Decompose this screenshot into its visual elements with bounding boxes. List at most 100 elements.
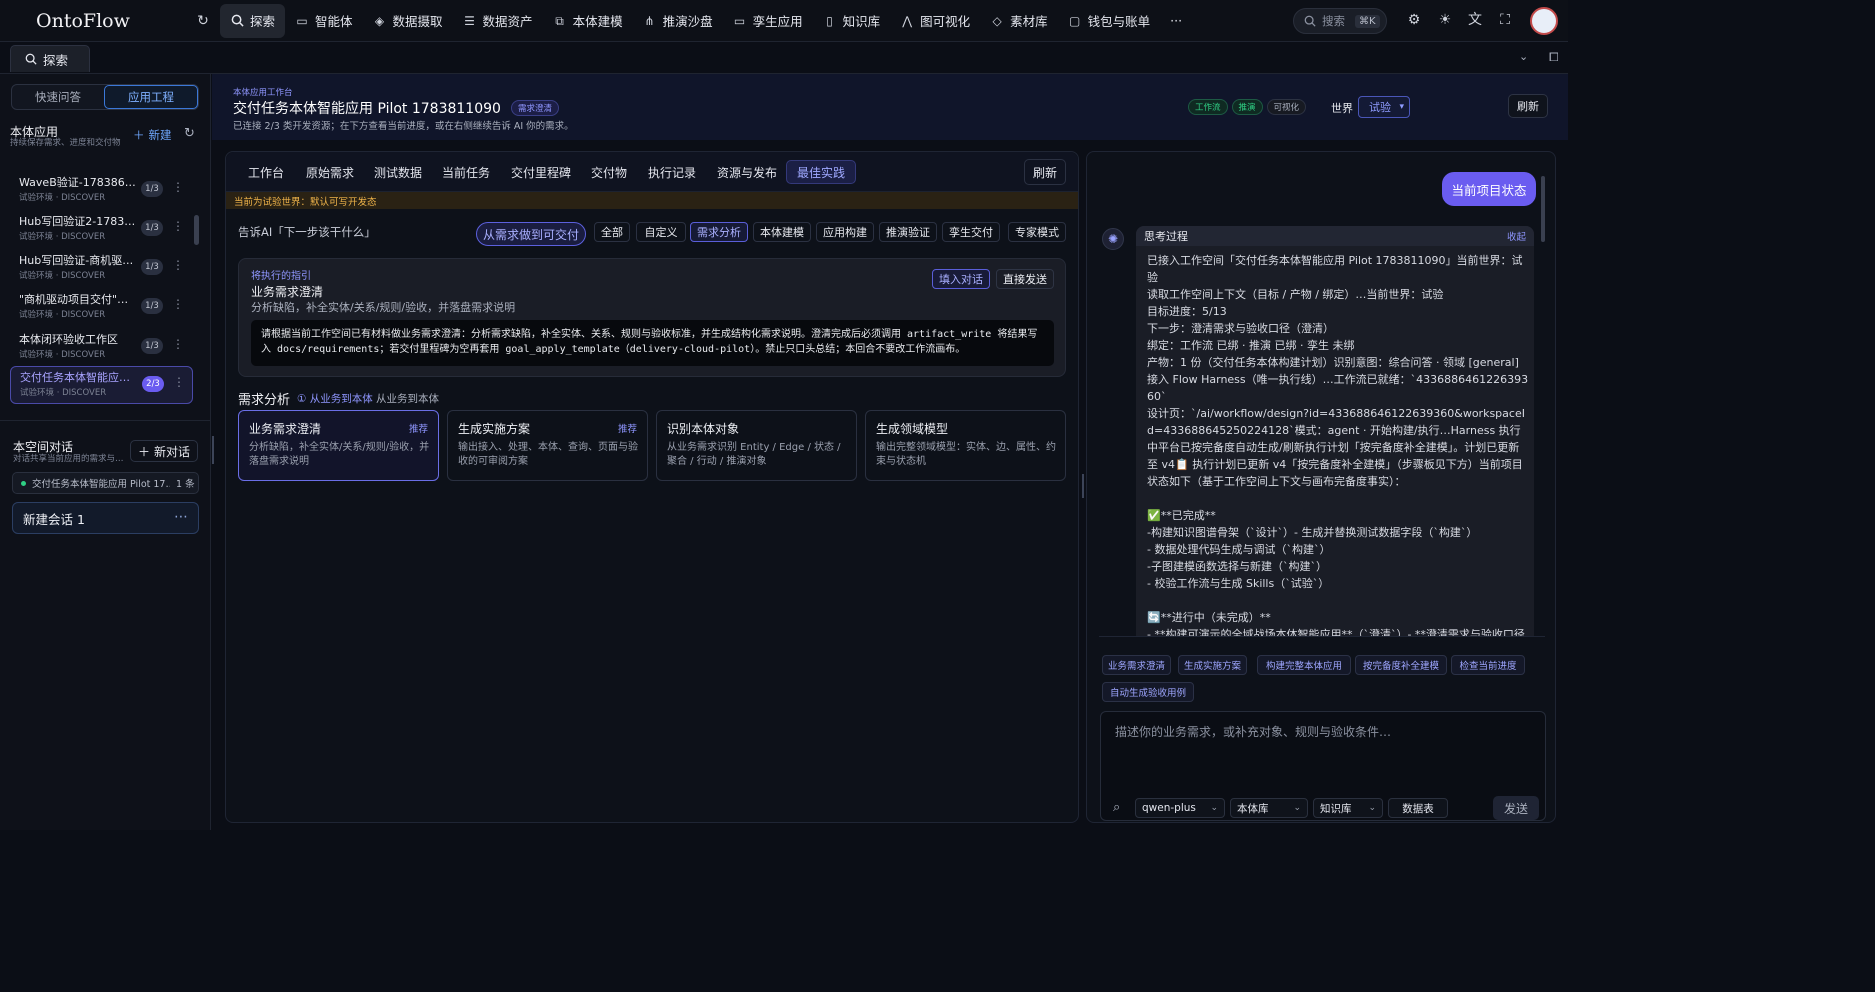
- quick-gen-tests[interactable]: 自动生成验收用例: [1102, 682, 1194, 702]
- gear-icon[interactable]: ⚙: [1406, 12, 1422, 28]
- chevron-down-icon[interactable]: ⌄: [1519, 50, 1528, 63]
- panel-resize-handle[interactable]: [1082, 474, 1084, 498]
- chip-expert[interactable]: 专家模式: [1008, 222, 1066, 242]
- quick-build-app[interactable]: 构建完整本体应用: [1257, 655, 1351, 675]
- reload-icon[interactable]: ↻: [184, 126, 195, 141]
- send-button[interactable]: 发送: [1493, 796, 1539, 820]
- app-logo[interactable]: OntoFlow: [36, 10, 196, 32]
- fill-to-chat-button[interactable]: 填入对话: [932, 269, 990, 289]
- tab-resources[interactable]: 资源与发布: [707, 160, 787, 184]
- nav-agents[interactable]: ▭ 智能体: [285, 4, 363, 38]
- project-item-selected[interactable]: 交付任务本体智能应用 … 试验环境 · DISCOVER 2/3 ⋮: [10, 366, 193, 404]
- mode-app-engineering[interactable]: 应用工程: [104, 85, 198, 109]
- nav-ontology-model[interactable]: ⧉ 本体建模: [543, 4, 633, 38]
- tab-test-data[interactable]: 测试数据: [364, 160, 432, 184]
- new-app-label: 新建: [148, 128, 172, 142]
- tab-best-practice[interactable]: 最佳实践: [786, 160, 857, 184]
- tab-milestones[interactable]: 交付里程碑: [501, 160, 581, 184]
- chip-custom[interactable]: 自定义: [636, 222, 686, 242]
- chip-end-to-end[interactable]: 从需求做到可交付: [476, 222, 586, 246]
- tab-exec-log[interactable]: 执行记录: [638, 160, 706, 184]
- tab-raw-requirements[interactable]: 原始需求: [296, 160, 364, 184]
- nav-data-assets[interactable]: ☰ 数据资产: [453, 4, 543, 38]
- plus-icon: ＋: [133, 128, 145, 142]
- world-select[interactable]: 试验 ▾: [1358, 96, 1410, 118]
- quick-impl-plan[interactable]: 生成实施方案: [1178, 655, 1247, 675]
- ontology-select[interactable]: 本体库 ⌄: [1230, 798, 1308, 818]
- wallet-icon: ▢: [1068, 13, 1081, 28]
- nav-graph-viz[interactable]: ⋀ 图可视化: [890, 4, 980, 38]
- card-impl-plan[interactable]: 生成实施方案 推荐 输出接入、处理、本体、查询、页面与验收的可审阅方案: [447, 410, 648, 481]
- thinking-line: -子图建模函数选择与新建（`构建`）: [1147, 560, 1327, 573]
- refresh-button[interactable]: 刷新: [1024, 159, 1066, 185]
- status-badge: 需求澄清: [510, 100, 559, 116]
- nav-knowledge[interactable]: ▯ 知识库: [813, 4, 891, 38]
- mode-quick-qa[interactable]: 快速问答: [12, 85, 104, 109]
- new-conversation-label: 新对话: [154, 444, 191, 459]
- nav-twin-apps[interactable]: ▭ 孪生应用: [723, 4, 813, 38]
- nav-sandbox[interactable]: ⋔ 推演沙盘: [633, 4, 723, 38]
- quick-check-progress[interactable]: 检查当前进度: [1451, 655, 1525, 675]
- project-item[interactable]: Hub写回验证2-1783868… 试验环境 · DISCOVER 1/3 ⋮: [10, 211, 193, 247]
- project-item[interactable]: "商机驱动项目交付"案例 试验环境 · DISCOVER 1/3 ⋮: [10, 289, 193, 325]
- chip-app-build[interactable]: 应用构建: [816, 222, 874, 242]
- nav-more[interactable]: ···: [1160, 4, 1192, 38]
- more-icon[interactable]: ⋮: [172, 219, 184, 233]
- tab-explore[interactable]: 探索: [10, 45, 90, 72]
- project-item[interactable]: 本体闭环验收工作区 试验环境 · DISCOVER 1/3 ⋮: [10, 329, 193, 365]
- tab-current-task[interactable]: 当前任务: [432, 160, 500, 184]
- project-item[interactable]: Hub写回验证-商机驱动-… 试验环境 · DISCOVER 1/3 ⋮: [10, 250, 193, 286]
- conversation-item[interactable]: 新建会话 1 ⋯: [12, 502, 199, 534]
- sidebar-scrollbar[interactable]: [194, 215, 199, 245]
- project-item[interactable]: WaveB验证-1783869457 试验环境 · DISCOVER 1/3 ⋮: [10, 172, 193, 208]
- chip-ontology[interactable]: 本体建模: [753, 222, 811, 242]
- more-icon[interactable]: ⋯: [174, 509, 188, 525]
- nav-label: 数据资产: [482, 14, 533, 29]
- card-req-clarify[interactable]: 业务需求澄清 推荐 分析缺陷，补全实体/关系/规则/验收，并落盘需求说明: [238, 410, 439, 481]
- chip-all[interactable]: 全部: [594, 222, 630, 242]
- knowledge-select[interactable]: 知识库 ⌄: [1313, 798, 1383, 818]
- chip-twin-delivery[interactable]: 孪生交付: [942, 222, 1000, 242]
- nav-explore[interactable]: 探索: [220, 3, 286, 38]
- send-direct-button[interactable]: 直接发送: [996, 269, 1054, 289]
- more-icon[interactable]: ⋮: [172, 258, 184, 272]
- nav-data-ingest[interactable]: ◈ 数据摄取: [363, 4, 453, 38]
- card-domain-model[interactable]: 生成领域模型 输出完整领域模型：实体、边、属性、约束与状态机: [865, 410, 1066, 481]
- model-select[interactable]: qwen-plus ⌄: [1135, 798, 1225, 818]
- world-value: 试验: [1369, 101, 1391, 114]
- thinking-process: 思考过程 收起 已接入工作空间「交付任务本体智能应用 Pilot 1783811…: [1136, 226, 1534, 636]
- chip-sim-verify[interactable]: 推演验证: [879, 222, 937, 242]
- data-table-button[interactable]: 数据表: [1388, 798, 1448, 818]
- more-icon[interactable]: ⋮: [172, 297, 184, 311]
- new-app-button[interactable]: ＋新建: [133, 127, 172, 143]
- thinking-line: 🔄**进行中（未完成）**: [1147, 611, 1271, 624]
- more-icon[interactable]: ⋮: [173, 375, 185, 389]
- nav-wallet[interactable]: ▢ 钱包与账单: [1058, 4, 1161, 38]
- chat-input[interactable]: 描述你的业务需求，或补充对象、规则与验收条件… ⌕ qwen-plus ⌄ 本体库…: [1100, 711, 1546, 821]
- global-search[interactable]: 搜索 ⌘K: [1293, 8, 1387, 34]
- more-icon[interactable]: ⋮: [172, 337, 184, 351]
- workspace-conv-pill[interactable]: 交付任务本体智能应用 Pilot 17… 1 条: [12, 472, 199, 494]
- translate-icon[interactable]: 文: [1467, 12, 1483, 28]
- card-title: 业务需求澄清: [249, 422, 322, 436]
- quick-req-clarify[interactable]: 业务需求澄清: [1102, 655, 1171, 675]
- world-warning: 当前为试验世界：默认可写开发态: [226, 192, 1078, 209]
- tab-workbench[interactable]: 工作台: [238, 160, 294, 184]
- refresh-icon[interactable]: ↻: [196, 14, 210, 28]
- more-icon[interactable]: ⋮: [172, 180, 184, 194]
- screenshot-icon[interactable]: ⧠: [1549, 50, 1559, 65]
- nav-assets[interactable]: ◇ 素材库: [980, 4, 1058, 38]
- collapse-button[interactable]: 收起: [1507, 229, 1526, 243]
- resize-handle[interactable]: [212, 436, 214, 464]
- user-avatar[interactable]: [1530, 7, 1558, 35]
- paperclip-icon[interactable]: ⌕: [1113, 800, 1120, 815]
- new-conversation-button[interactable]: ＋ 新对话: [130, 440, 198, 462]
- fullscreen-icon[interactable]: ⛶: [1497, 12, 1513, 28]
- chip-req-analysis[interactable]: 需求分析: [690, 222, 748, 242]
- quick-fill-model[interactable]: 按完备度补全建模: [1355, 655, 1447, 675]
- chat-scrollbar[interactable]: [1541, 176, 1545, 242]
- card-ontology-objects[interactable]: 识别本体对象 从业务需求识别 Entity / Edge / 状态 / 聚合 / …: [656, 410, 857, 481]
- refresh-button[interactable]: 刷新: [1508, 94, 1548, 118]
- sun-icon[interactable]: ☀: [1437, 12, 1453, 28]
- tab-deliverables[interactable]: 交付物: [581, 160, 637, 184]
